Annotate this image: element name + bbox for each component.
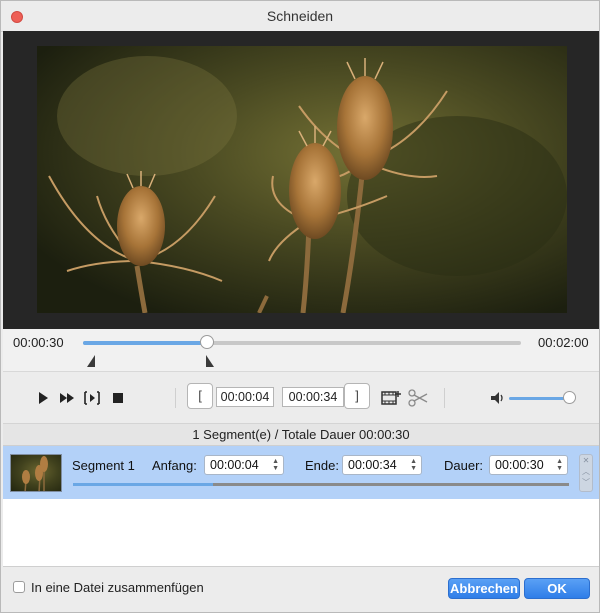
timeline-progress — [83, 341, 207, 345]
duration-label: Dauer: — [444, 458, 484, 473]
start-time-field[interactable]: 00:00:04 — [216, 387, 274, 407]
window-title: Schneiden — [266, 8, 334, 24]
title-bar: Schneiden — [1, 1, 599, 32]
video-frame-image — [37, 46, 567, 313]
end-label: Ende: — [305, 458, 339, 473]
stepper-arrows-icon[interactable]: ▲ ▼ — [556, 458, 563, 472]
ok-button[interactable]: OK — [524, 578, 590, 599]
segment-name: Segment 1 — [72, 458, 135, 473]
segment-summary: 1 Segment(e) / Totale Dauer 00:00:30 — [3, 423, 599, 446]
segment-side-controls: ✕ ︿ ﹀ — [579, 454, 593, 492]
separator — [175, 388, 176, 408]
segment-progress-bar — [73, 483, 569, 486]
end-marker-icon[interactable] — [206, 355, 214, 367]
segment-thumbnail — [10, 454, 62, 492]
volume-slider-knob[interactable] — [563, 391, 576, 404]
segment-list: Segment 1 Anfang: 00:00:04 ▲ ▼ Ende: 00:0… — [3, 445, 599, 567]
total-time: 00:02:00 — [538, 335, 589, 350]
segment-duration-field[interactable]: 00:00:30 ▲ ▼ — [489, 455, 568, 475]
segment-duration-value: 00:00:30 — [495, 458, 544, 472]
timeline-bar: 00:00:30 00:02:00 — [3, 329, 599, 371]
playback-toolbar: [ 00:00:04 00:00:34 ] — [3, 371, 599, 424]
teasel-plants-image — [37, 46, 567, 313]
cut-dialog: Schneiden 00:00:30 00:02:00 [00:00:04 0… — [0, 0, 600, 613]
segment-row[interactable]: Segment 1 Anfang: 00:00:04 ▲ ▼ Ende: 00:0… — [3, 446, 599, 499]
separator — [444, 388, 445, 408]
stepper-arrows-icon[interactable]: ▲ ▼ — [272, 458, 279, 472]
current-time: 00:00:30 — [13, 335, 64, 350]
segment-end-field[interactable]: 00:00:34 ▲ ▼ — [342, 455, 422, 475]
merge-checkbox[interactable] — [13, 581, 25, 593]
play-icon[interactable] — [33, 388, 53, 408]
volume-slider-track[interactable] — [509, 397, 569, 400]
set-start-button[interactable]: [ — [187, 383, 213, 409]
stop-icon[interactable] — [108, 388, 128, 408]
volume-icon[interactable] — [488, 388, 508, 408]
segment-end-value: 00:00:34 — [348, 458, 397, 472]
timeline-track[interactable] — [83, 341, 521, 345]
remove-segment-icon[interactable]: ✕ — [580, 455, 592, 466]
fast-forward-icon[interactable] — [57, 388, 77, 408]
segment-start-field[interactable]: 00:00:04 ▲ ▼ — [204, 455, 284, 475]
start-marker-icon[interactable] — [87, 355, 95, 367]
dialog-footer: In eine Datei zusammenfügen Abbrechen OK — [3, 567, 599, 612]
cancel-button[interactable]: Abbrechen — [448, 578, 520, 599]
playhead-knob[interactable] — [200, 335, 214, 349]
merge-label: In eine Datei zusammenfügen — [31, 580, 204, 595]
split-icon[interactable] — [407, 388, 429, 408]
segment-start-value: 00:00:04 — [210, 458, 259, 472]
add-segment-icon[interactable] — [380, 388, 402, 408]
move-up-icon[interactable]: ︿ — [580, 466, 592, 477]
video-preview — [3, 31, 599, 329]
set-end-button[interactable]: ] — [344, 383, 370, 409]
end-time-field[interactable]: 00:00:34 — [282, 387, 344, 407]
move-down-icon[interactable]: ﹀ — [580, 477, 592, 488]
play-segment-icon[interactable] — [82, 388, 102, 408]
segment-progress-fill — [73, 483, 213, 486]
stepper-arrows-icon[interactable]: ▲ ▼ — [410, 458, 417, 472]
segment-thumbnail-image — [22, 456, 48, 491]
start-label: Anfang: — [152, 458, 197, 473]
